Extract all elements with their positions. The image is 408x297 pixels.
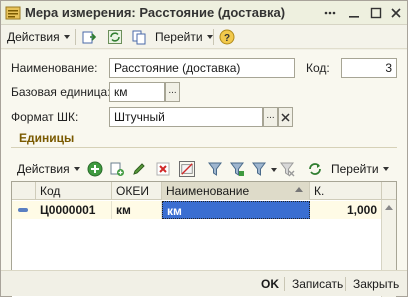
base-unit-field[interactable]: км bbox=[109, 82, 165, 102]
more-icon[interactable] bbox=[321, 4, 339, 22]
refresh-icon[interactable] bbox=[107, 29, 123, 45]
filter-history-icon[interactable] bbox=[251, 161, 267, 177]
sort-ascending-icon bbox=[295, 187, 303, 192]
no-filter-icon[interactable] bbox=[179, 161, 195, 177]
help-icon[interactable]: ? bbox=[219, 29, 235, 45]
column-header-name[interactable]: Наименование bbox=[162, 182, 310, 200]
filter-icon[interactable] bbox=[207, 161, 223, 177]
chevron-down-icon bbox=[73, 167, 80, 171]
column-header-name-label: Наименование bbox=[166, 184, 250, 198]
close-icon[interactable] bbox=[387, 4, 405, 22]
barcode-format-field[interactable]: Штучный bbox=[109, 107, 263, 127]
cell-k[interactable]: 1,000 bbox=[310, 201, 382, 219]
chevron-down-icon bbox=[63, 35, 70, 39]
name-field[interactable]: Расстояние (доставка) bbox=[109, 58, 295, 78]
goto-menu-button[interactable]: Перейти bbox=[155, 28, 213, 46]
name-label: Наименование: bbox=[11, 61, 98, 75]
save-and-close-icon[interactable] bbox=[81, 29, 97, 45]
row-marker-icon bbox=[18, 208, 28, 212]
column-header-code[interactable]: Код bbox=[36, 182, 112, 200]
delete-icon[interactable] bbox=[155, 161, 171, 177]
row-marker-header bbox=[12, 182, 36, 200]
bottom-bar: OK Записать Закрыть bbox=[1, 270, 407, 296]
svg-text:?: ? bbox=[224, 33, 230, 44]
units-toolbar: Действия Перейти bbox=[11, 158, 397, 180]
units-actions-label: Действия bbox=[17, 162, 70, 176]
save-button[interactable]: Записать bbox=[292, 275, 343, 293]
minimize-icon[interactable] bbox=[345, 4, 363, 22]
filter-by-value-icon[interactable] bbox=[229, 161, 245, 177]
add-row-icon[interactable] bbox=[87, 161, 103, 177]
actions-menu-label: Действия bbox=[7, 30, 60, 44]
copy-row-icon[interactable] bbox=[109, 161, 125, 177]
units-goto-label: Перейти bbox=[331, 162, 379, 176]
maximize-icon[interactable] bbox=[367, 4, 385, 22]
ok-button[interactable]: OK bbox=[261, 275, 279, 293]
base-unit-label: Базовая единица: bbox=[11, 85, 111, 99]
window-title: Мера измерения: Расстояние (доставка) bbox=[25, 5, 286, 20]
code-label: Код: bbox=[306, 61, 330, 75]
catalog-form-window: Мера измерения: Расстояние (доставка) Де… bbox=[0, 0, 408, 297]
cell-okei[interactable]: км bbox=[112, 201, 162, 219]
clear-icon[interactable] bbox=[278, 107, 293, 127]
cell-code[interactable]: Ц0000001 bbox=[36, 201, 112, 219]
units-section-title: Единицы bbox=[19, 131, 75, 145]
divider bbox=[345, 277, 346, 291]
goto-menu-label: Перейти bbox=[155, 30, 203, 44]
table-row[interactable]: Ц0000001 км км 1,000 bbox=[12, 201, 382, 219]
column-header-okei[interactable]: ОКЕИ bbox=[112, 182, 162, 200]
refresh-icon[interactable] bbox=[307, 161, 323, 177]
units-goto-menu-button[interactable]: Перейти bbox=[331, 160, 389, 178]
chevron-down-icon bbox=[382, 167, 389, 171]
cell-name[interactable]: км bbox=[162, 201, 310, 219]
column-header-k[interactable]: К. bbox=[310, 182, 382, 200]
divider bbox=[284, 277, 285, 291]
barcode-format-label: Формат ШК: bbox=[11, 110, 79, 124]
chevron-down-icon[interactable] bbox=[271, 168, 277, 172]
catalog-icon bbox=[5, 6, 21, 20]
actions-menu-button[interactable]: Действия bbox=[7, 28, 70, 46]
base-unit-select-button[interactable]: ... bbox=[165, 82, 180, 102]
clear-filter-icon[interactable] bbox=[279, 161, 295, 177]
barcode-format-select-button[interactable]: ... bbox=[263, 107, 278, 127]
table-header: Код ОКЕИ Наименование К. bbox=[12, 182, 396, 200]
chevron-down-icon bbox=[206, 35, 213, 39]
divider bbox=[75, 29, 76, 45]
title-bar[interactable]: Мера измерения: Расстояние (доставка) bbox=[1, 1, 407, 25]
edit-icon[interactable] bbox=[131, 161, 147, 177]
units-actions-menu-button[interactable]: Действия bbox=[17, 160, 80, 178]
copy-icon[interactable] bbox=[131, 29, 147, 45]
form-body: Наименование: Расстояние (доставка) Код:… bbox=[1, 50, 407, 297]
divider bbox=[213, 29, 214, 45]
divider bbox=[11, 147, 397, 148]
scroll-up-icon[interactable] bbox=[385, 205, 393, 210]
command-bar: Действия Перейти ? bbox=[1, 25, 407, 49]
close-button[interactable]: Закрыть bbox=[353, 275, 399, 293]
code-field[interactable]: 3 bbox=[341, 58, 397, 78]
